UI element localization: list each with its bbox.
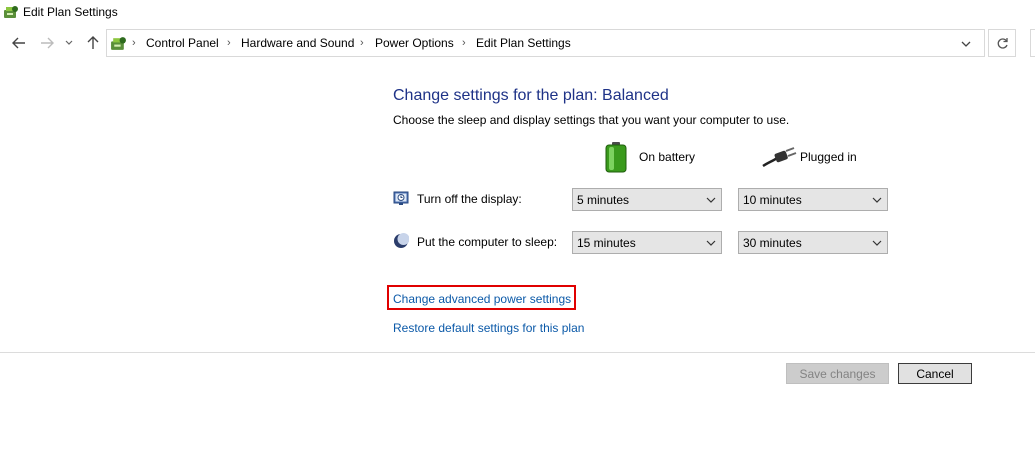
sleep-plugged-select[interactable]: 30 minutes: [738, 231, 888, 254]
address-bar[interactable]: › Control Panel › Hardware and Sound › P…: [106, 29, 985, 57]
cancel-button[interactable]: Cancel: [898, 363, 972, 384]
sleep-battery-value: 15 minutes: [577, 236, 636, 250]
breadcrumb-hardware-and-sound[interactable]: Hardware and Sound: [241, 36, 354, 50]
save-changes-button[interactable]: Save changes: [786, 363, 889, 384]
breadcrumb-separator: ›: [462, 37, 466, 49]
column-plugged-in: Plugged in: [800, 150, 857, 164]
display-plugged-value: 10 minutes: [743, 193, 802, 207]
control-panel-icon: [111, 37, 126, 50]
sleep-battery-select[interactable]: 15 minutes: [572, 231, 722, 254]
breadcrumb-separator: ›: [132, 37, 136, 49]
address-dropdown-icon[interactable]: [959, 37, 973, 51]
chevron-down-icon: [706, 197, 716, 203]
arrow-right-icon: [41, 37, 54, 49]
title-bar: Edit Plan Settings: [0, 0, 1035, 24]
page-description: Choose the sleep and display settings th…: [393, 113, 790, 127]
back-button[interactable]: [10, 33, 28, 53]
display-battery-select[interactable]: 5 minutes: [572, 188, 722, 211]
arrow-left-icon: [12, 37, 25, 49]
page-title: Change settings for the plan: Balanced: [393, 87, 669, 104]
chevron-down-icon: [706, 240, 716, 246]
refresh-icon: [997, 37, 1008, 49]
power-options-icon: [4, 6, 18, 18]
chevron-down-icon: [65, 40, 73, 45]
arrow-up-icon: [87, 36, 99, 49]
refresh-button[interactable]: [988, 29, 1016, 57]
restore-defaults-link[interactable]: Restore default settings for this plan: [393, 321, 584, 335]
moon-icon: [394, 233, 409, 248]
power-plug-icon: [762, 147, 797, 168]
display-clock-icon: [393, 191, 409, 205]
breadcrumb-separator: ›: [227, 37, 231, 49]
breadcrumb-edit-plan-settings[interactable]: Edit Plan Settings: [476, 36, 571, 50]
up-button[interactable]: [84, 33, 102, 53]
breadcrumb-control-panel[interactable]: Control Panel: [146, 36, 219, 50]
battery-icon: [605, 142, 627, 173]
display-battery-value: 5 minutes: [577, 193, 630, 207]
divider: [0, 352, 1035, 353]
chevron-down-icon: [872, 240, 882, 246]
forward-button[interactable]: [38, 33, 56, 53]
display-plugged-select[interactable]: 10 minutes: [738, 188, 888, 211]
chevron-down-icon: [872, 197, 882, 203]
display-timeout-label: Turn off the display:: [417, 192, 522, 206]
window-title: Edit Plan Settings: [23, 5, 118, 19]
sleep-plugged-value: 30 minutes: [743, 236, 802, 250]
breadcrumb-power-options[interactable]: Power Options: [375, 36, 454, 50]
search-box[interactable]: [1030, 29, 1035, 57]
sleep-timeout-label: Put the computer to sleep:: [417, 235, 558, 249]
column-on-battery: On battery: [639, 150, 696, 164]
recent-locations-button[interactable]: [63, 33, 75, 53]
breadcrumb-separator: ›: [360, 37, 364, 49]
advanced-power-settings-link[interactable]: Change advanced power settings: [393, 292, 571, 306]
